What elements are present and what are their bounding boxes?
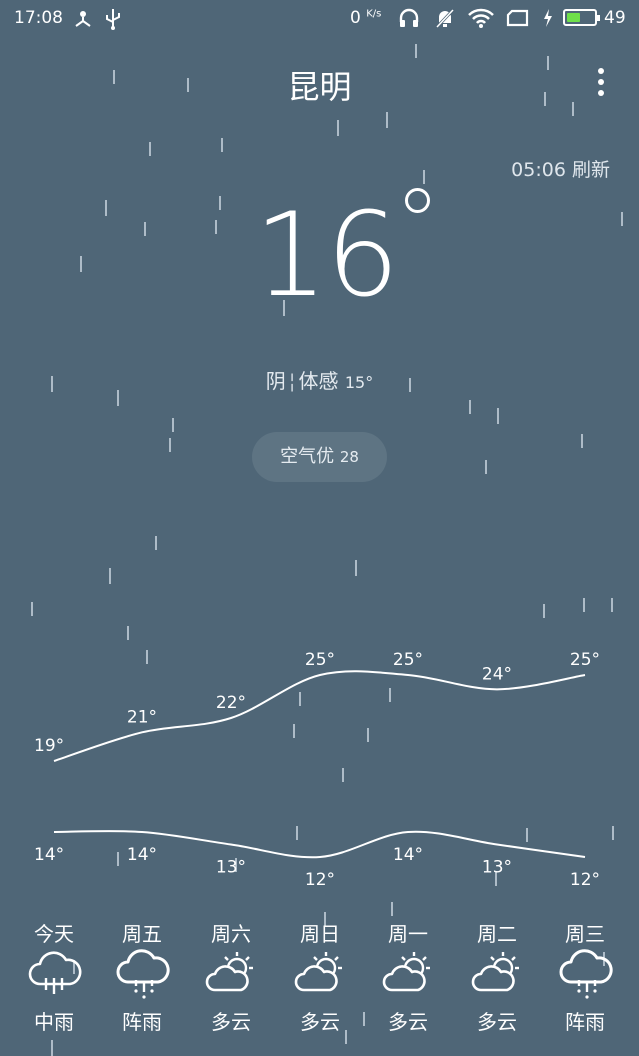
feels-like-value: 15° bbox=[344, 373, 374, 392]
network-speed: 0 K/s bbox=[350, 8, 382, 28]
current-temperature: 16 bbox=[254, 188, 400, 323]
forecast-condition: 阵雨 bbox=[122, 1010, 162, 1034]
high-temp-label: 25° bbox=[393, 650, 423, 670]
forecast-condition: 多云 bbox=[477, 1010, 517, 1034]
muted-bell-icon bbox=[435, 8, 455, 29]
forecast-day-name: 周六 bbox=[211, 922, 251, 946]
forecast-day-name: 今天 bbox=[34, 922, 74, 946]
forecast-condition: 多云 bbox=[300, 1010, 340, 1034]
partly-cloudy-icon bbox=[205, 952, 253, 992]
battery-percent: 49 bbox=[604, 8, 626, 28]
refresh-info[interactable]: 05:06 刷新 bbox=[490, 155, 610, 182]
more-menu-icon[interactable] bbox=[598, 68, 606, 101]
forecast-day-name: 周日 bbox=[300, 922, 340, 946]
forecast-day-name: 周二 bbox=[477, 922, 517, 946]
sim-icon bbox=[506, 9, 529, 27]
air-quality-badge[interactable]: 空气优 28 bbox=[252, 432, 387, 482]
high-temp-label: 25° bbox=[570, 650, 600, 670]
status-time: 17:08 bbox=[14, 8, 63, 28]
forecast-condition: 多云 bbox=[388, 1010, 428, 1034]
forecast-day[interactable]: 周六 多云 bbox=[191, 918, 271, 1035]
air-quality-value: 28 bbox=[339, 448, 359, 466]
high-temp-label: 22° bbox=[216, 693, 246, 713]
forecast-day[interactable]: 周一 多云 bbox=[368, 918, 448, 1035]
city-title[interactable]: 昆明 bbox=[0, 62, 639, 108]
refresh-time: 05:06 bbox=[511, 159, 566, 181]
forecast-day[interactable]: 周二 多云 bbox=[457, 918, 537, 1035]
forecast-day[interactable]: 周日 多云 bbox=[280, 918, 360, 1035]
forecast-condition: 中雨 bbox=[34, 1010, 74, 1034]
fork-icon bbox=[75, 11, 91, 27]
feels-like-label: 体感 bbox=[298, 369, 339, 393]
charging-icon bbox=[544, 9, 552, 27]
headphones-icon bbox=[399, 8, 419, 27]
low-temp-label: 14° bbox=[393, 845, 423, 865]
high-temp-label: 25° bbox=[305, 650, 335, 670]
low-temp-label: 14° bbox=[34, 845, 64, 865]
shower-cloud-icon bbox=[116, 949, 170, 999]
condition-text: 阴 bbox=[265, 369, 286, 393]
air-quality-label: 空气优 bbox=[280, 446, 335, 467]
wifi-icon bbox=[468, 8, 494, 28]
high-temp-label: 24° bbox=[482, 664, 512, 684]
low-temp-label: 12° bbox=[305, 870, 335, 890]
partly-cloudy-icon bbox=[471, 952, 519, 992]
forecast-day[interactable]: 今天 中雨 bbox=[14, 918, 94, 1035]
usb-icon bbox=[106, 9, 120, 30]
current-condition: 阴 ¦ 体感 15° bbox=[265, 369, 374, 393]
forecast-day-name: 周五 bbox=[122, 922, 162, 946]
high-temp-label: 21° bbox=[127, 707, 157, 727]
low-temp-label: 12° bbox=[570, 870, 600, 890]
shower-cloud-icon bbox=[559, 949, 613, 999]
temperature-chart: 19° 21° 22° 25° 25° 24° 25° 14° 14° 13° 12° 14° 13° 1… bbox=[34, 650, 600, 890]
degree-icon bbox=[405, 188, 430, 213]
refresh-label: 刷新 bbox=[571, 159, 610, 181]
status-bar: 17:08 0 K/s 49 bbox=[0, 0, 639, 38]
forecast-day-name: 周三 bbox=[565, 922, 605, 946]
high-temp-label: 19° bbox=[34, 736, 64, 756]
forecast-day-name: 周一 bbox=[388, 922, 428, 946]
partly-cloudy-icon bbox=[294, 952, 342, 992]
forecast-day[interactable]: 周五 阵雨 bbox=[102, 918, 182, 1035]
forecast-condition: 多云 bbox=[211, 1010, 251, 1034]
low-temp-label: 13° bbox=[216, 858, 246, 878]
forecast-condition: 阵雨 bbox=[565, 1010, 605, 1034]
forecast-day[interactable]: 周三 阵雨 bbox=[545, 918, 625, 1035]
rain-cloud-icon bbox=[28, 951, 82, 994]
low-temp-label: 14° bbox=[127, 845, 157, 865]
low-temp-label: 13° bbox=[482, 858, 512, 878]
partly-cloudy-icon bbox=[382, 952, 430, 992]
battery-icon bbox=[563, 9, 600, 26]
